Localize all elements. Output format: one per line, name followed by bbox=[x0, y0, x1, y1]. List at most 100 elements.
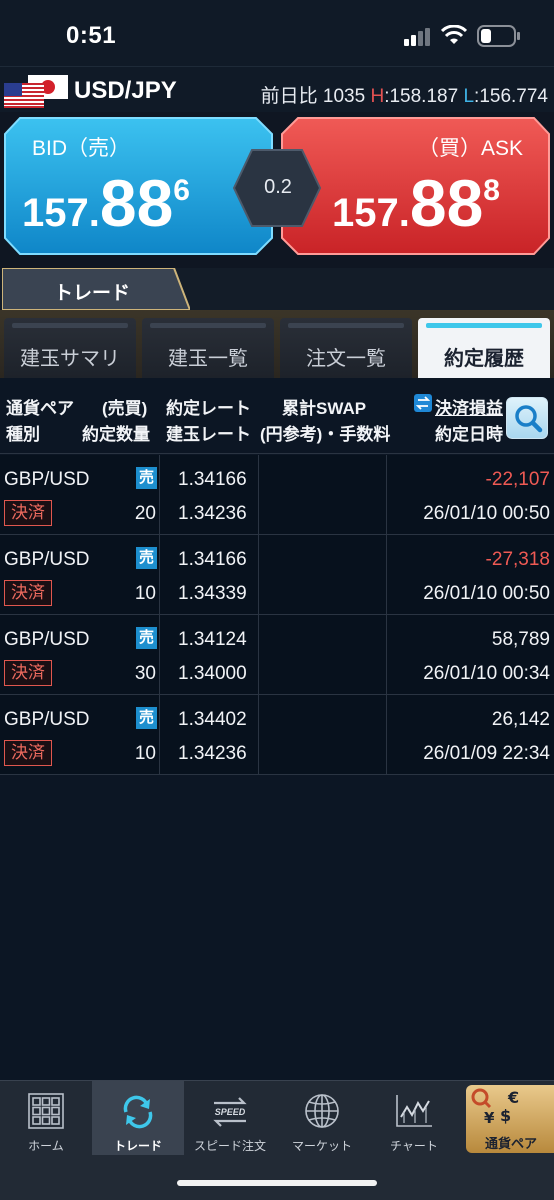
sub-tab-bar: 建玉サマリ 建玉一覧 注文一覧 約定履歴 bbox=[0, 310, 554, 378]
row-pair: GBP/USD bbox=[4, 549, 90, 570]
high-value: 158.187 bbox=[389, 86, 459, 107]
tab-position-summary[interactable]: 建玉サマリ bbox=[4, 318, 136, 378]
row-pair: GBP/USD bbox=[4, 469, 90, 490]
row-qty: 10 bbox=[134, 583, 156, 604]
row-open-rate: 1.34339 bbox=[178, 583, 247, 604]
status-time: 0:51 bbox=[66, 22, 117, 49]
col-qty: 約定数量 bbox=[82, 425, 150, 444]
row-pair: GBP/USD bbox=[4, 709, 90, 730]
col-open-rate: 建玉レート bbox=[166, 425, 251, 444]
kind-badge: 決済 bbox=[4, 580, 52, 606]
search-icon bbox=[515, 405, 543, 433]
row-open-rate: 1.34000 bbox=[178, 663, 247, 684]
side-badge: 売 bbox=[136, 707, 157, 729]
nav-trade[interactable]: トレード bbox=[92, 1081, 184, 1155]
row-pl: 58,789 bbox=[491, 629, 550, 650]
row-rate: 1.34124 bbox=[178, 629, 247, 650]
tab-position-list[interactable]: 建玉一覧 bbox=[142, 318, 274, 378]
row-date: 26/01/10 00:50 bbox=[423, 583, 550, 604]
refresh-icon bbox=[123, 1095, 153, 1129]
low-value: 156.774 bbox=[479, 86, 548, 107]
ask-price-small: 8 bbox=[483, 174, 500, 207]
usd-jpy-flag-icon bbox=[4, 75, 68, 108]
tab-label: 約定履歴 bbox=[444, 348, 524, 370]
col-pl[interactable]: 決済損益 bbox=[435, 394, 503, 419]
table-row[interactable]: GBP/USD 売 決済 20 1.34166 1.34236 -22,107 … bbox=[0, 455, 554, 535]
bid-price: 157.886 bbox=[22, 170, 190, 240]
nav-home[interactable]: ホーム bbox=[0, 1081, 92, 1155]
change-value: 1035 bbox=[322, 86, 366, 107]
row-rate: 1.34166 bbox=[178, 469, 247, 490]
row-date: 26/01/10 00:50 bbox=[423, 503, 550, 524]
svg-text:¥: ¥ bbox=[484, 1109, 495, 1127]
kind-badge: 決済 bbox=[4, 500, 52, 526]
col-swap: 累計SWAP bbox=[282, 399, 367, 418]
nav-market[interactable]: マーケット bbox=[276, 1081, 368, 1155]
row-date: 26/01/09 22:34 bbox=[423, 743, 550, 764]
sort-toggle-icon[interactable] bbox=[414, 394, 432, 412]
quote-panel: BID（売） 157.886 0.2 （買）ASK 157.888 bbox=[0, 112, 554, 268]
side-badge: 売 bbox=[136, 547, 157, 569]
nav-currency-pair[interactable]: € ¥ $ 通貨ペア bbox=[466, 1085, 554, 1153]
side-badge: 売 bbox=[136, 627, 157, 649]
tab-trade[interactable]: トレード bbox=[2, 268, 190, 310]
nav-speed-order[interactable]: SPEED スピード注文 bbox=[184, 1081, 276, 1155]
tab-order-list[interactable]: 注文一覧 bbox=[280, 318, 412, 378]
home-indicator bbox=[177, 1180, 377, 1186]
ask-price-big: 88 bbox=[409, 166, 484, 240]
grid-icon bbox=[28, 1093, 64, 1129]
change-label: 前日比 bbox=[260, 86, 318, 107]
col-rate: 約定レート bbox=[166, 399, 251, 418]
table-row[interactable]: GBP/USD 売 決済 10 1.34402 1.34236 26,142 2… bbox=[0, 695, 554, 775]
column-header: 通貨ペア (売買) 約定レート 累計SWAP 決済損益 種別 約定数量 建玉レー… bbox=[0, 378, 554, 454]
col-date: 約定日時 bbox=[435, 425, 503, 444]
status-bar: 0:51 bbox=[0, 0, 554, 66]
row-open-rate: 1.34236 bbox=[178, 503, 247, 524]
nav-label: 通貨ペア bbox=[484, 1136, 537, 1151]
spread-value: 0.2 bbox=[264, 176, 292, 198]
bid-price-big: 88 bbox=[99, 166, 174, 240]
kind-badge: 決済 bbox=[4, 740, 52, 766]
table-row[interactable]: GBP/USD 売 決済 10 1.34166 1.34339 -27,318 … bbox=[0, 535, 554, 615]
price-stats: 前日比 1035 H:158.187 L:156.774 bbox=[260, 86, 548, 107]
row-qty: 10 bbox=[134, 743, 156, 764]
table-row[interactable]: GBP/USD 売 決済 30 1.34124 1.34000 58,789 2… bbox=[0, 615, 554, 695]
tab-label: 建玉一覧 bbox=[168, 348, 248, 370]
ask-price-main: 157. bbox=[332, 191, 410, 235]
tab-execution-history[interactable]: 約定履歴 bbox=[418, 318, 550, 378]
row-pl: -27,318 bbox=[485, 549, 550, 570]
nav-label: チャート bbox=[390, 1139, 438, 1153]
tab-label: 注文一覧 bbox=[306, 348, 386, 370]
bid-label: BID（売） bbox=[32, 137, 131, 160]
side-badge: 売 bbox=[136, 467, 157, 489]
currency-pair-bar[interactable]: USD/JPY 前日比 1035 H:158.187 L:156.774 bbox=[0, 66, 554, 112]
search-button[interactable] bbox=[506, 397, 548, 439]
row-qty: 30 bbox=[134, 663, 156, 684]
row-pl: 26,142 bbox=[491, 709, 550, 730]
ask-label: （買）ASK bbox=[418, 137, 524, 160]
nav-label: ホーム bbox=[28, 1139, 64, 1153]
col-type: 種別 bbox=[6, 425, 40, 444]
nav-label: トレード bbox=[113, 1139, 162, 1153]
battery-icon bbox=[477, 25, 520, 47]
nav-label: マーケット bbox=[291, 1139, 352, 1153]
speed-icon: SPEED bbox=[213, 1097, 247, 1127]
low-label: L bbox=[463, 86, 475, 107]
kind-badge: 決済 bbox=[4, 660, 52, 686]
bid-price-small: 6 bbox=[173, 174, 190, 207]
tab-trade-label: トレード bbox=[54, 283, 131, 304]
ask-price: 157.888 bbox=[332, 170, 500, 240]
row-open-rate: 1.34236 bbox=[178, 743, 247, 764]
nav-label: スピード注文 bbox=[193, 1139, 266, 1153]
row-pair: GBP/USD bbox=[4, 629, 90, 650]
globe-icon bbox=[305, 1094, 339, 1128]
pair-name: USD/JPY bbox=[74, 77, 177, 104]
row-date: 26/01/10 00:34 bbox=[423, 663, 550, 684]
nav-chart[interactable]: チャート bbox=[368, 1081, 460, 1155]
row-rate: 1.34166 bbox=[178, 549, 247, 570]
col-side: (売買) bbox=[102, 399, 148, 418]
svg-text:€: € bbox=[507, 1088, 519, 1107]
signal-icon bbox=[404, 28, 430, 46]
col-fee: (円参考)・手数料 bbox=[260, 425, 391, 444]
row-rate: 1.34402 bbox=[178, 709, 247, 730]
